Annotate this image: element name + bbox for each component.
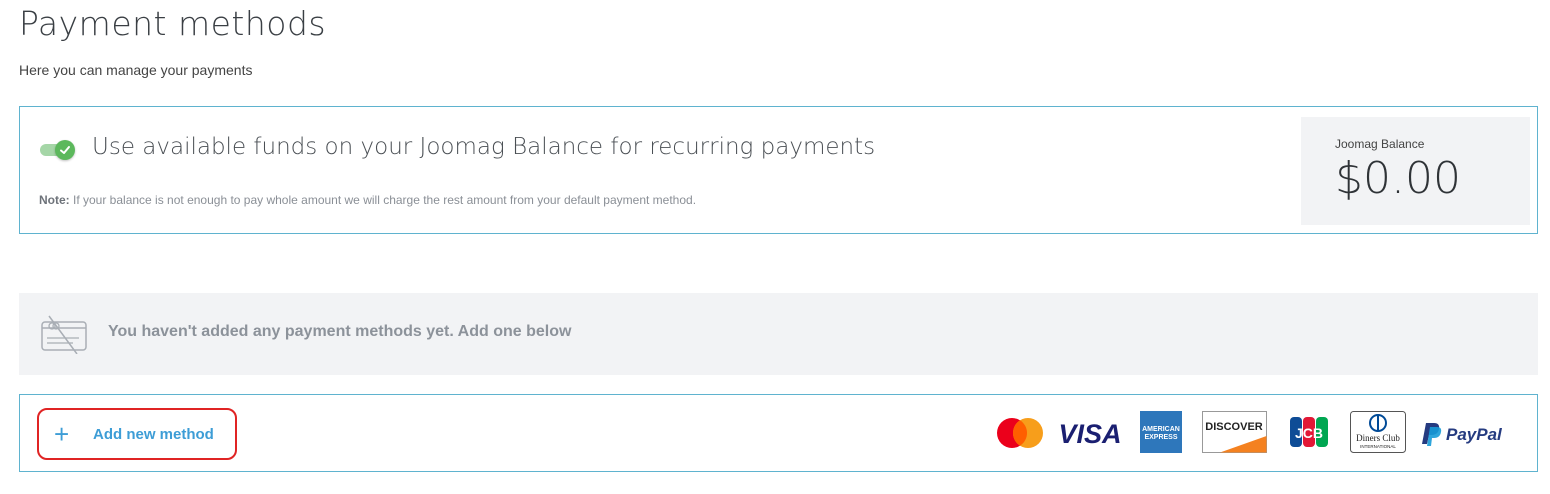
balance-note: Note: If your balance is not enough to p… bbox=[39, 193, 696, 207]
empty-payment-methods: You haven't added any payment methods ye… bbox=[19, 293, 1538, 375]
page-subtitle: Here you can manage your payments bbox=[19, 62, 253, 78]
jcb-logo: JCB bbox=[1290, 417, 1328, 447]
diners-club-logo: Diners Club INTERNATIONAL bbox=[1350, 411, 1406, 453]
note-label: Note: bbox=[39, 193, 70, 207]
diners-club-logo-text: Diners Club bbox=[1356, 433, 1400, 443]
note-text: If your balance is not enough to pay who… bbox=[69, 193, 697, 207]
mastercard-logo bbox=[997, 418, 1043, 448]
visa-logo-text: VISA bbox=[1058, 419, 1121, 449]
paypal-logo-text: PayPal bbox=[1446, 425, 1503, 444]
svg-text:EXPRESS: EXPRESS bbox=[1144, 434, 1177, 441]
add-new-method-label: Add new method bbox=[93, 426, 214, 443]
balance-label: Joomag Balance bbox=[1335, 137, 1425, 151]
use-balance-toggle[interactable] bbox=[40, 140, 76, 160]
toggle-label: Use available funds on your Joomag Balan… bbox=[92, 134, 876, 160]
balance-amount: $0.00 bbox=[1335, 153, 1461, 204]
plus-icon: + bbox=[54, 419, 70, 449]
balance-card: Use available funds on your Joomag Balan… bbox=[19, 106, 1538, 234]
discover-logo-text: DISCOVER bbox=[1205, 421, 1263, 433]
jcb-logo-text: JCB bbox=[1295, 425, 1323, 441]
payment-methods-card: + Add new method VISA AMERICAN EXPRESS D… bbox=[19, 394, 1538, 472]
check-icon bbox=[60, 146, 70, 154]
svg-text:AMERICAN: AMERICAN bbox=[1142, 426, 1180, 433]
empty-state-text: You haven't added any payment methods ye… bbox=[108, 323, 572, 340]
discover-logo: DISCOVER bbox=[1202, 411, 1267, 453]
add-new-method-button[interactable]: + Add new method bbox=[37, 408, 237, 460]
amex-logo: AMERICAN EXPRESS bbox=[1140, 411, 1182, 453]
page-title: Payment methods bbox=[19, 4, 327, 43]
visa-logo: VISA bbox=[1058, 419, 1121, 449]
toggle-knob bbox=[55, 140, 75, 160]
diners-club-logo-subtext: INTERNATIONAL bbox=[1360, 444, 1396, 449]
balance-summary: Joomag Balance $0.00 bbox=[1301, 117, 1530, 225]
paypal-logo: PayPal bbox=[1422, 423, 1503, 446]
no-card-icon bbox=[41, 315, 87, 354]
